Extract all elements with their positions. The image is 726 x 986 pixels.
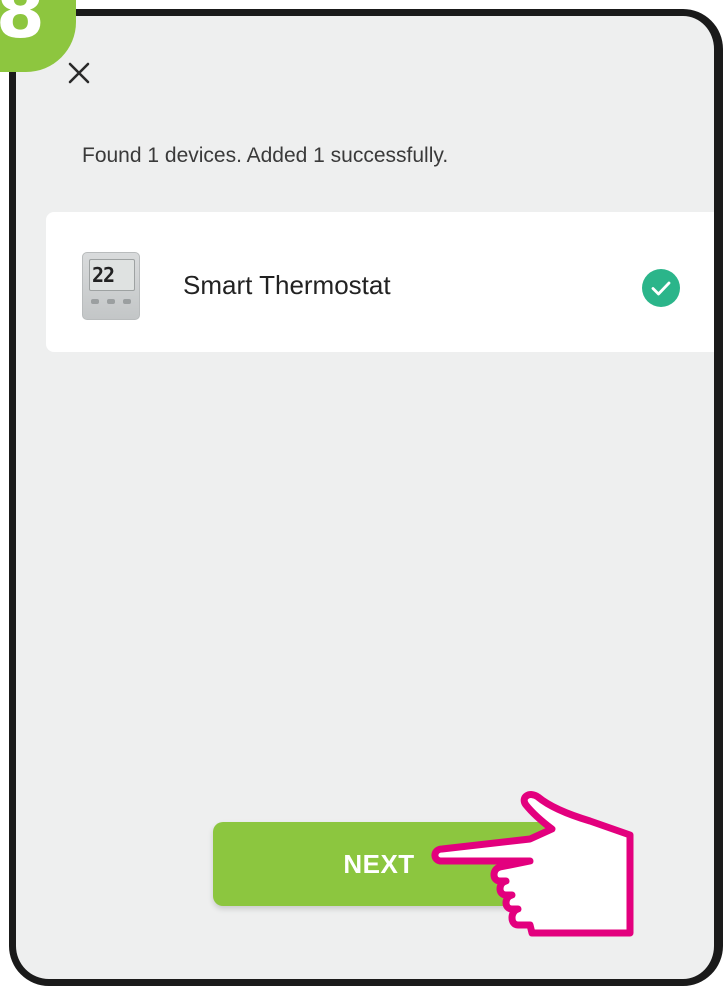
device-card[interactable]: 22 Smart Thermostat [46, 212, 714, 352]
step-number: 8 [0, 0, 45, 54]
thermostat-icon: 22 [82, 252, 140, 320]
status-message: Found 1 devices. Added 1 successfully. [82, 144, 449, 167]
thermostat-display: 22 [89, 259, 135, 291]
close-icon[interactable] [66, 60, 92, 86]
device-name: Smart Thermostat [183, 270, 391, 300]
pointing-hand-icon [431, 791, 634, 937]
next-button-label: NEXT [343, 848, 415, 879]
check-circle-icon [642, 269, 680, 307]
